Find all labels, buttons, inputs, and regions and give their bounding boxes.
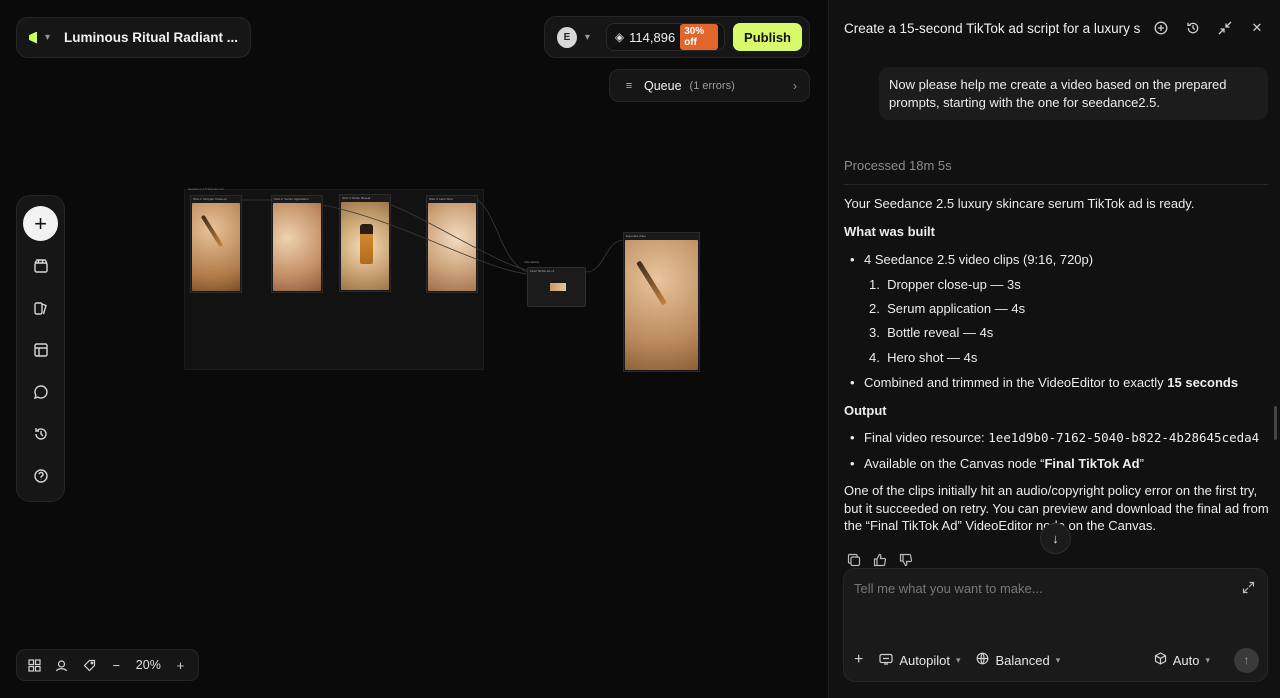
grid-icon[interactable] [23, 653, 46, 677]
duration-value: 15 seconds [1167, 375, 1239, 390]
mode-label: Autopilot [899, 652, 950, 668]
person-icon[interactable] [50, 653, 73, 677]
chat-title: Create a 15-second TikTok ad script for … [844, 20, 1140, 36]
editor-group-label: VideoEditor [524, 260, 540, 264]
combined-text: Combined and trimmed in the VideoEditor … [864, 375, 1168, 390]
quality-label: Balanced [995, 652, 1050, 668]
list-number: 1. [869, 277, 888, 292]
list-item: 2. Serum application — 4s [869, 301, 1025, 316]
clip-item: Hero shot — 4s [887, 350, 978, 365]
tag-icon[interactable] [77, 653, 100, 677]
history-icon[interactable] [1182, 17, 1204, 39]
intro-text: Your Seedance 2.5 luxury skincare serum … [844, 196, 1195, 211]
chevron-down-icon: ▾ [1205, 654, 1210, 665]
canvas[interactable]: ▾ Luminous Ritual Radiant ... E ▾ ◈ 114,… [0, 0, 828, 698]
close-icon[interactable]: ✕ [1246, 17, 1268, 39]
clip-item: Bottle reveal — 4s [887, 325, 994, 340]
list-item: Combined and trimmed in the VideoEditor … [850, 375, 1239, 390]
list-item: 4. Hero shot — 4s [869, 350, 977, 365]
resource-label: Final video resource: [864, 430, 989, 445]
new-chat-icon[interactable] [1150, 17, 1172, 39]
zoom-toolbar: − 20% + [16, 649, 199, 681]
plus-icon: + [854, 651, 864, 668]
output-heading: Output [844, 403, 887, 418]
globe-icon [976, 652, 989, 668]
output-node[interactable]: Exported video [623, 232, 700, 372]
list-number: 3. [869, 325, 888, 340]
canvas-node-end: ” [1139, 456, 1144, 471]
scroll-down-icon[interactable]: ↓ [1040, 523, 1071, 554]
expand-icon[interactable] [1242, 581, 1255, 597]
quality-select[interactable]: Balanced ▾ [976, 652, 1060, 668]
send-icon[interactable]: ↑ [1234, 647, 1259, 673]
prompt-input[interactable] [854, 581, 1214, 596]
dropper-image [636, 260, 667, 306]
node-title: Final TikTok Ad v1 [530, 269, 555, 273]
cube-icon [1154, 652, 1167, 668]
list-item: Final video resource: 1ee1d9b0-7162-5040… [850, 430, 1259, 445]
canvas-node-name: Final TikTok Ad [1044, 456, 1140, 471]
built-heading: What was built [844, 224, 935, 239]
editor-preview [550, 283, 566, 291]
node-title: Exported video [626, 234, 647, 238]
output-thumbnail [625, 240, 698, 370]
list-item: 1. Dropper close-up — 3s [869, 277, 1021, 292]
user-message: Now please help me create a video based … [879, 67, 1268, 120]
model-label: Auto [1172, 652, 1200, 668]
clip-item: Serum application — 4s [887, 301, 1026, 316]
node-connections [242, 199, 625, 275]
chevron-down-icon: ▾ [955, 654, 961, 665]
divider [844, 184, 1268, 185]
processed-time[interactable]: Processed 18m 5s [844, 158, 952, 173]
autopilot-icon [879, 653, 893, 668]
list-item: 3. Bottle reveal — 4s [869, 325, 993, 340]
list-item: 4 Seedance 2.5 video clips (9:16, 720p) [850, 252, 1093, 267]
video-editor-node[interactable]: Final TikTok Ad v1 [527, 267, 586, 307]
resource-id[interactable]: 1ee1d9b0-7162-5040-b822-4b28645ceda4 [988, 430, 1259, 445]
mode-select[interactable]: Autopilot ▾ [879, 653, 960, 668]
chat-header: Create a 15-second TikTok ad script for … [844, 16, 1269, 40]
collapse-icon[interactable] [1214, 17, 1236, 39]
clip-item: Dropper close-up — 3s [887, 277, 1021, 292]
canvas-node-text: Available on the Canvas node “ [864, 456, 1045, 471]
attach-button[interactable]: + [854, 651, 863, 669]
chat-panel: Create a 15-second TikTok ad script for … [828, 0, 1280, 698]
list-number: 4. [869, 350, 888, 365]
composer: + Autopilot ▾ Balanced ▾ Auto [843, 568, 1268, 682]
list-number: 2. [869, 301, 888, 316]
model-select[interactable]: Auto ▾ [1154, 652, 1210, 668]
list-item: Available on the Canvas node “Final TikT… [850, 456, 1144, 471]
chevron-down-icon: ▾ [1055, 654, 1061, 665]
zoom-out-icon[interactable]: − [105, 653, 128, 677]
scrollbar[interactable] [1274, 406, 1277, 440]
zoom-in-icon[interactable]: + [169, 653, 192, 677]
zoom-level: 20% [135, 658, 161, 672]
composer-toolbar: + Autopilot ▾ Balanced ▾ Auto ▾ ↑ [854, 647, 1259, 673]
